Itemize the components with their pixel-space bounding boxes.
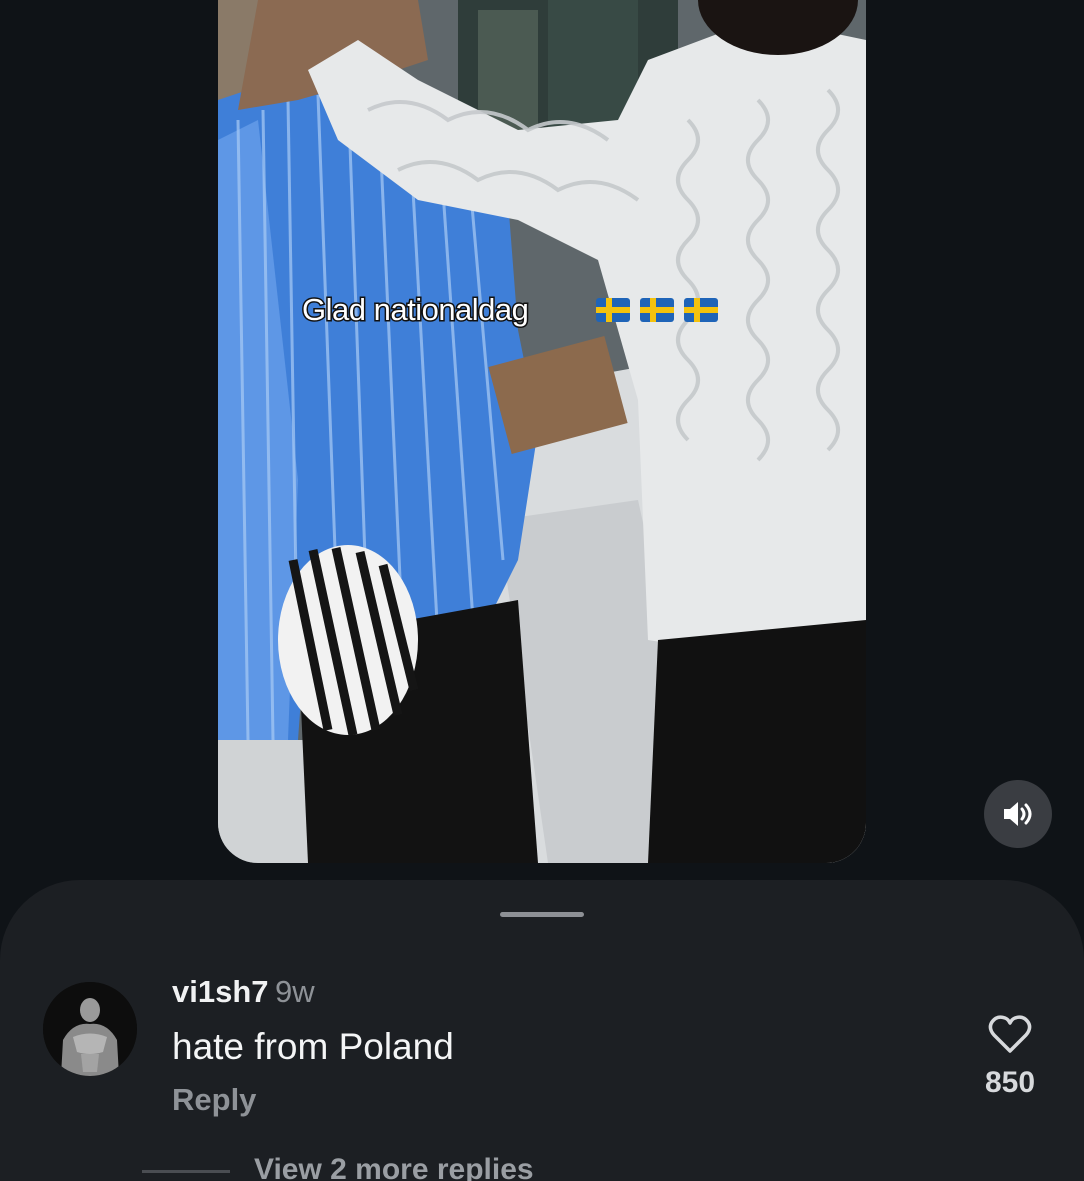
swedish-flag-icon [684, 298, 718, 322]
sheet-drag-handle[interactable] [500, 912, 584, 917]
like-count: 850 [984, 1066, 1036, 1099]
comment-text: hate from Poland [172, 1026, 454, 1067]
comment-timestamp: 9w [275, 974, 315, 1009]
reply-button[interactable]: Reply [172, 1082, 256, 1118]
comments-sheet: vi1sh7 9w hate from Poland Reply 850 Vie… [0, 880, 1084, 1181]
page: Glad nationaldag vi1sh7 9w hate from Pol… [0, 0, 1084, 1181]
video-frame [218, 0, 866, 863]
comment-username[interactable]: vi1sh7 [172, 974, 269, 1010]
avatar-image [43, 982, 137, 1076]
heart-outline-icon[interactable] [988, 1014, 1032, 1054]
video-player[interactable]: Glad nationaldag [218, 0, 866, 863]
video-caption: Glad nationaldag [300, 291, 530, 329]
swedish-flag-icon [596, 298, 630, 322]
volume-on-icon [1004, 802, 1032, 826]
sound-toggle-button[interactable] [984, 780, 1052, 848]
caption-flags [596, 298, 718, 322]
swedish-flag-icon [640, 298, 674, 322]
view-more-replies-button[interactable]: View 2 more replies [254, 1153, 534, 1181]
avatar[interactable] [43, 982, 137, 1076]
replies-divider [142, 1170, 230, 1173]
